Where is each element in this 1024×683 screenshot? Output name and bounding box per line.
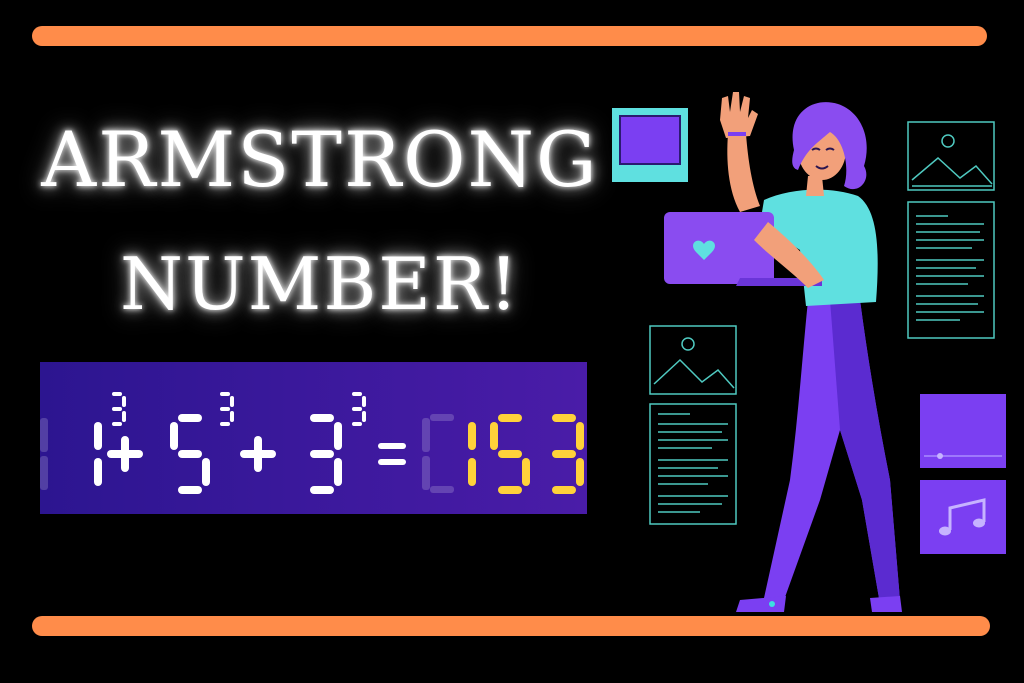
purple-square-frame-icon bbox=[612, 108, 688, 182]
woman-figure bbox=[664, 92, 902, 612]
equation-panel bbox=[40, 362, 587, 514]
text-lines-icon bbox=[907, 201, 995, 339]
top-accent-bar bbox=[32, 26, 987, 46]
image-placeholder-icon bbox=[907, 121, 995, 191]
image-placeholder-icon bbox=[649, 325, 737, 395]
woman-with-laptop-illustration bbox=[612, 92, 1006, 612]
title-armstrong: ARMSTRONG bbox=[41, 115, 599, 204]
text-lines-icon bbox=[649, 403, 737, 525]
music-note-icon bbox=[920, 480, 1006, 554]
title-number: NUMBER! bbox=[119, 242, 520, 326]
video-player-panel bbox=[920, 394, 1006, 468]
armstrong-number-banner: ARMSTRONG NUMBER! bbox=[0, 0, 1024, 683]
